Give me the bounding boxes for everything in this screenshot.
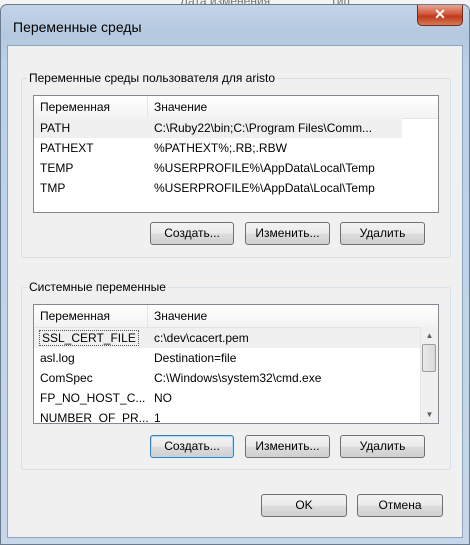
system-delete-button[interactable]: Удалить [340, 435, 425, 458]
table-row[interactable]: NUMBER_OF_PR... 1 [34, 408, 420, 424]
table-row[interactable]: TMP %USERPROFILE%\AppData\Local\Temp [34, 178, 438, 198]
variable-name: asl.log [40, 351, 75, 365]
environment-variables-dialog: Переменные среды ✕ Переменные среды поль… [0, 4, 470, 545]
dialog-title: Переменные среды [13, 19, 142, 35]
variable-name: FP_NO_HOST_C... [40, 391, 146, 405]
table-row[interactable]: FP_NO_HOST_C... NO [34, 388, 420, 408]
user-delete-button[interactable]: Удалить [340, 222, 425, 245]
column-header-variable[interactable]: Переменная [34, 96, 148, 118]
variable-name: TMP [40, 181, 66, 195]
variable-name: PATH [40, 121, 71, 135]
variable-name: NUMBER_OF_PR... [40, 411, 148, 424]
variable-value: Destination=file [154, 351, 237, 365]
system-variables-group: Системные переменные Переменная Значение… [21, 280, 451, 470]
user-list-header: Переменная Значение [34, 96, 438, 119]
system-create-button[interactable]: Создать... [150, 435, 234, 458]
close-icon[interactable]: ✕ [417, 5, 463, 26]
column-header-variable[interactable]: Переменная [34, 305, 148, 327]
dialog-client-area: Переменные среды пользователя для aristo… [7, 45, 463, 538]
user-variables-list[interactable]: Переменная Значение PATH C:\Ruby22\bin;C… [33, 95, 439, 213]
table-row[interactable]: PATHEXT %PATHEXT%;.RB;.RBW [34, 138, 438, 158]
variable-name: PATHEXT [40, 141, 94, 155]
scroll-down-icon[interactable]: ▼ [421, 406, 438, 423]
user-variables-group-label: Переменные среды пользователя для aristo [27, 71, 278, 85]
scroll-up-icon[interactable]: ▲ [421, 327, 438, 344]
system-list-header: Переменная Значение [34, 305, 438, 328]
variable-value: c:\dev\cacert.pem [154, 331, 249, 345]
table-row[interactable]: TEMP %USERPROFILE%\AppData\Local\Temp [34, 158, 438, 178]
system-edit-button[interactable]: Изменить... [245, 435, 330, 458]
ok-button[interactable]: OK [261, 494, 347, 517]
variable-value: %PATHEXT%;.RB;.RBW [154, 141, 287, 155]
variable-value: C:\Windows\system32\cmd.exe [154, 371, 322, 385]
table-row[interactable]: SSL_CERT_FILE c:\dev\cacert.pem [34, 328, 420, 348]
variable-value: 1 [154, 411, 161, 424]
table-row[interactable]: asl.log Destination=file [34, 348, 420, 368]
table-row[interactable]: PATH C:\Ruby22\bin;C:\Program Files\Comm… [34, 118, 402, 138]
system-variables-group-label: Системные переменные [27, 280, 168, 294]
user-variables-group: Переменные среды пользователя для aristo… [21, 71, 451, 258]
variable-name: SSL_CERT_FILE [39, 330, 139, 346]
table-row[interactable]: ComSpec C:\Windows\system32\cmd.exe [34, 368, 420, 388]
variable-value: C:\Ruby22\bin;C:\Program Files\Comm... [154, 121, 373, 135]
variable-value: %USERPROFILE%\AppData\Local\Temp [154, 161, 375, 175]
variable-value: NO [154, 391, 172, 405]
system-list-scrollbar[interactable]: ▲ ▼ [420, 327, 438, 423]
user-edit-button[interactable]: Изменить... [245, 222, 330, 245]
column-header-value[interactable]: Значение [148, 96, 438, 118]
variable-value: %USERPROFILE%\AppData\Local\Temp [154, 181, 375, 195]
user-create-button[interactable]: Создать... [150, 222, 234, 245]
scroll-thumb[interactable] [422, 344, 436, 372]
variable-name: ComSpec [40, 371, 93, 385]
system-variables-list[interactable]: Переменная Значение SSL_CERT_FILE c:\dev… [33, 304, 439, 424]
variable-name: TEMP [40, 161, 74, 175]
cancel-button[interactable]: Отмена [357, 494, 443, 517]
column-header-value[interactable]: Значение [148, 305, 438, 327]
